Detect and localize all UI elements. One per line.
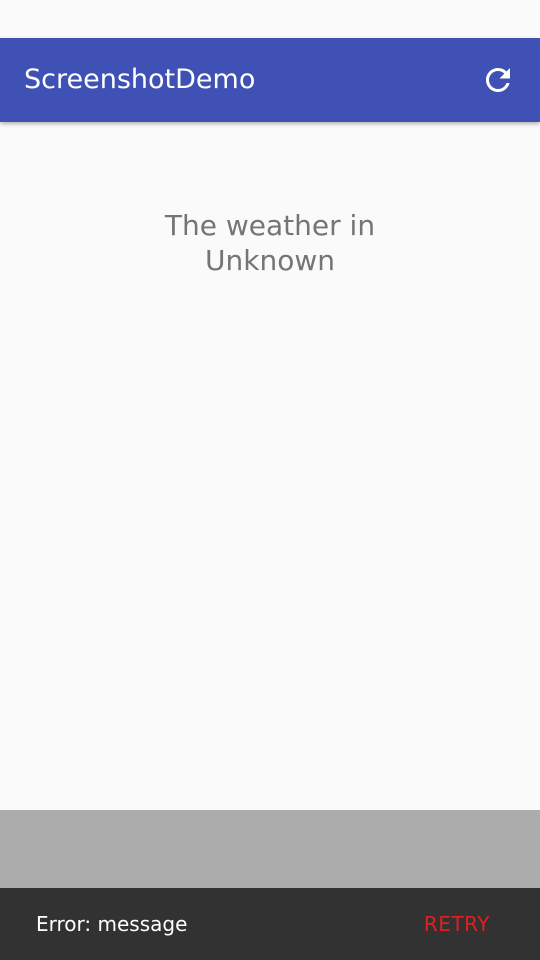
main-content: The weather in Unknown: [0, 122, 540, 810]
refresh-button[interactable]: [474, 56, 522, 104]
snackbar-backdrop: [0, 810, 540, 888]
weather-location: Unknown: [205, 244, 335, 277]
app-screen: ScreenshotDemo The weather in Unknown Er…: [0, 0, 540, 960]
snackbar-message: Error: message: [36, 912, 188, 936]
refresh-icon: [486, 68, 510, 92]
retry-button[interactable]: RETRY: [424, 888, 490, 960]
status-bar: [0, 0, 540, 38]
weather-label: The weather in: [164, 209, 376, 242]
weather-text: The weather in Unknown: [0, 208, 540, 278]
snackbar: Error: message RETRY: [0, 888, 540, 960]
app-bar: ScreenshotDemo: [0, 38, 540, 122]
app-title: ScreenshotDemo: [24, 64, 256, 95]
